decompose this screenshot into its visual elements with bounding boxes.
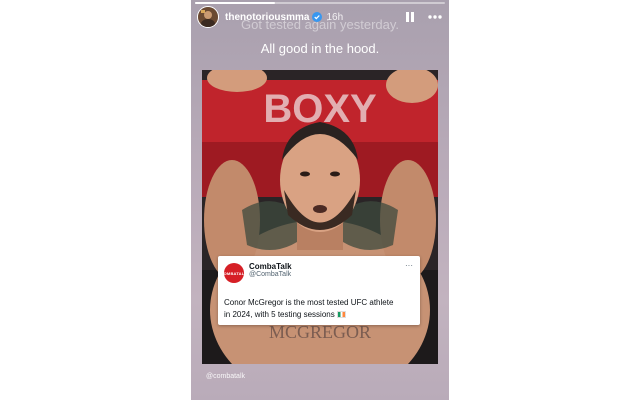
mention-link[interactable]: @combatalk <box>206 373 245 380</box>
tweet-card[interactable]: COMBATALK CombaTalk @CombaTalk ··· Conor… <box>218 256 420 325</box>
combatalk-logo: COMBATALK <box>221 263 247 283</box>
tweet-text-line-2: in 2024, with 5 testing sessions <box>224 310 335 319</box>
tweet-author-handle[interactable]: @CombaTalk <box>249 271 291 278</box>
tweet-more-icon[interactable]: ··· <box>405 261 413 270</box>
ireland-flag-icon <box>336 310 346 318</box>
svg-text:MCGREGOR: MCGREGOR <box>269 322 371 342</box>
story-caption-line-1: Got tested again yesterday. <box>240 17 400 32</box>
story-progress-fill <box>195 2 275 4</box>
story-viewer[interactable]: thenotoriousmma 16h Got tested again yes… <box>191 0 449 400</box>
tweet-text: Conor McGregor is the most tested UFC at… <box>224 297 416 321</box>
tweet-author-name[interactable]: CombaTalk <box>249 262 292 271</box>
story-caption-line-2: All good in the hood. <box>260 41 380 56</box>
story-progress-bar <box>195 2 445 4</box>
tweet-text-line-1: Conor McGregor is the most tested UFC at… <box>224 298 394 307</box>
